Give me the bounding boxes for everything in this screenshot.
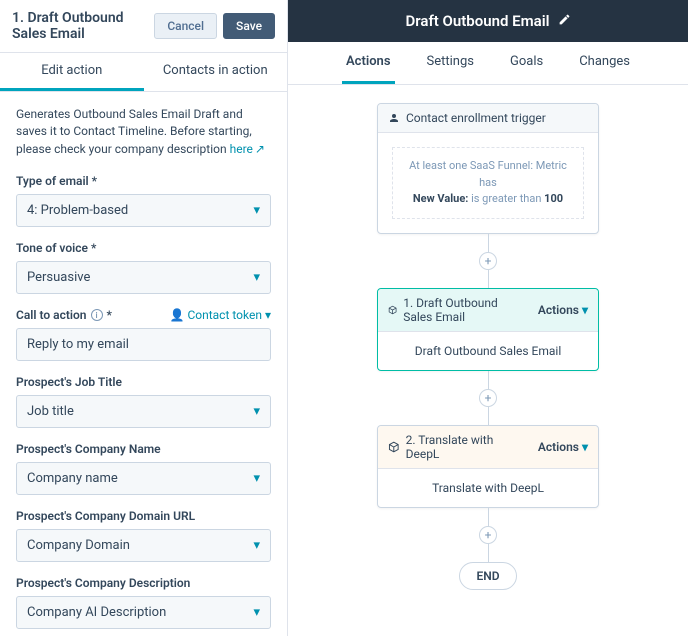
cta-label-row: Call to action i * 👤 Contact token ▾ <box>16 308 271 322</box>
action-2-menu[interactable]: Actions▾ <box>538 440 588 454</box>
connector <box>488 234 489 252</box>
pencil-icon[interactable] <box>558 12 571 30</box>
intro-text: Generates Outbound Sales Email Draft and… <box>16 106 271 158</box>
cancel-button[interactable]: Cancel <box>154 13 217 39</box>
tab-actions[interactable]: Actions <box>342 42 395 84</box>
type-of-email-value: 4: Problem-based <box>27 203 128 218</box>
tab-contacts-in-action[interactable]: Contacts in action <box>144 53 288 91</box>
workflow-header: Draft Outbound Email <box>288 0 688 42</box>
cube-icon <box>388 441 400 453</box>
trigger-line1: At least one SaaS Funnel: Metric has <box>401 158 575 191</box>
contact-token-link[interactable]: 👤 Contact token ▾ <box>169 308 271 322</box>
trigger-condition: At least one SaaS Funnel: Metric has New… <box>392 147 584 219</box>
right-panel: Draft Outbound Email Actions Settings Go… <box>288 0 688 636</box>
tone-of-voice-label: Tone of voice * <box>16 241 271 255</box>
left-tabs: Edit action Contacts in action <box>0 53 287 92</box>
connector <box>488 407 489 425</box>
company-description-label: Prospect's Company Description <box>16 576 271 590</box>
action-node-1[interactable]: 1. Draft Outbound Sales Email Actions▾ D… <box>377 288 599 371</box>
action-1-head: 1. Draft Outbound Sales Email Actions▾ <box>378 289 598 332</box>
company-description-value: Company AI Description <box>27 605 166 620</box>
type-of-email-label: Type of email * <box>16 174 271 188</box>
trigger-head: Contact enrollment trigger <box>378 104 598 133</box>
workflow-title: Draft Outbound Email <box>405 12 549 30</box>
chevron-down-icon: ▾ <box>253 538 260 553</box>
company-domain-label: Prospect's Company Domain URL <box>16 509 271 523</box>
action-1-body: Draft Outbound Sales Email <box>378 332 598 370</box>
action-2-head: 2. Translate with DeepL Actions▾ <box>378 426 598 469</box>
chevron-down-icon: ▾ <box>253 270 260 285</box>
connector <box>488 270 489 288</box>
end-node: END <box>459 562 516 590</box>
add-step-button[interactable]: + <box>479 252 497 270</box>
connector <box>488 371 489 389</box>
company-name-value: Company name <box>27 471 118 486</box>
tone-of-voice-select[interactable]: Persuasive ▾ <box>16 261 271 294</box>
trigger-head-label: Contact enrollment trigger <box>406 111 546 125</box>
action-2-title: 2. Translate with DeepL <box>406 433 526 461</box>
cta-input[interactable] <box>16 328 271 361</box>
type-of-email-select[interactable]: 4: Problem-based ▾ <box>16 194 271 227</box>
intro-copy: Generates Outbound Sales Email Draft and… <box>16 107 252 156</box>
cta-label: Call to action <box>16 308 87 322</box>
left-panel: 1. Draft Outbound Sales Email Cancel Sav… <box>0 0 288 636</box>
action-2-body: Translate with DeepL <box>378 469 598 507</box>
cube-icon <box>388 304 397 316</box>
chevron-down-icon: ▾ <box>253 404 260 419</box>
connector <box>488 508 489 526</box>
save-button[interactable]: Save <box>223 13 275 39</box>
chevron-down-icon: ▾ <box>265 308 271 322</box>
info-icon[interactable]: i <box>91 309 103 321</box>
job-title-value: Job title <box>27 404 74 419</box>
external-link-icon: ↗ <box>255 141 265 158</box>
required-mark: * <box>107 308 112 322</box>
company-domain-value: Company Domain <box>27 538 130 553</box>
tab-settings[interactable]: Settings <box>423 42 478 84</box>
job-title-select[interactable]: Job title ▾ <box>16 395 271 428</box>
chevron-down-icon: ▾ <box>253 203 260 218</box>
trigger-node[interactable]: Contact enrollment trigger At least one … <box>377 103 599 234</box>
company-name-label: Prospect's Company Name <box>16 442 271 456</box>
person-icon <box>388 112 400 124</box>
tab-changes[interactable]: Changes <box>575 42 634 84</box>
chevron-down-icon: ▾ <box>253 605 260 620</box>
workflow-tabs: Actions Settings Goals Changes <box>288 42 688 85</box>
company-domain-select[interactable]: Company Domain ▾ <box>16 529 271 562</box>
left-header: 1. Draft Outbound Sales Email Cancel Sav… <box>0 0 287 53</box>
action-1-menu[interactable]: Actions▾ <box>538 303 588 317</box>
action-1-title: 1. Draft Outbound Sales Email <box>403 296 526 324</box>
company-name-select[interactable]: Company name ▾ <box>16 462 271 495</box>
company-description-select[interactable]: Company AI Description ▾ <box>16 596 271 629</box>
trigger-body: At least one SaaS Funnel: Metric has New… <box>378 133 598 233</box>
form-area: Generates Outbound Sales Email Draft and… <box>0 92 287 636</box>
tone-of-voice-value: Persuasive <box>27 270 90 285</box>
tab-edit-action[interactable]: Edit action <box>0 53 144 91</box>
panel-title: 1. Draft Outbound Sales Email <box>12 10 154 42</box>
connector <box>488 544 489 562</box>
action-node-2[interactable]: 2. Translate with DeepL Actions▾ Transla… <box>377 425 599 508</box>
add-step-button[interactable]: + <box>479 526 497 544</box>
job-title-label: Prospect's Job Title <box>16 375 271 389</box>
workflow-canvas: Contact enrollment trigger At least one … <box>288 85 688 636</box>
trigger-num: 100 <box>544 192 563 205</box>
chevron-down-icon: ▾ <box>253 471 260 486</box>
tab-goals[interactable]: Goals <box>506 42 547 84</box>
add-step-button[interactable]: + <box>479 389 497 407</box>
trigger-cond: is greater than <box>468 192 544 205</box>
person-icon: 👤 <box>169 308 184 322</box>
company-description-link[interactable]: here↗ <box>230 142 265 156</box>
trigger-newvalue: New Value: <box>413 192 468 205</box>
